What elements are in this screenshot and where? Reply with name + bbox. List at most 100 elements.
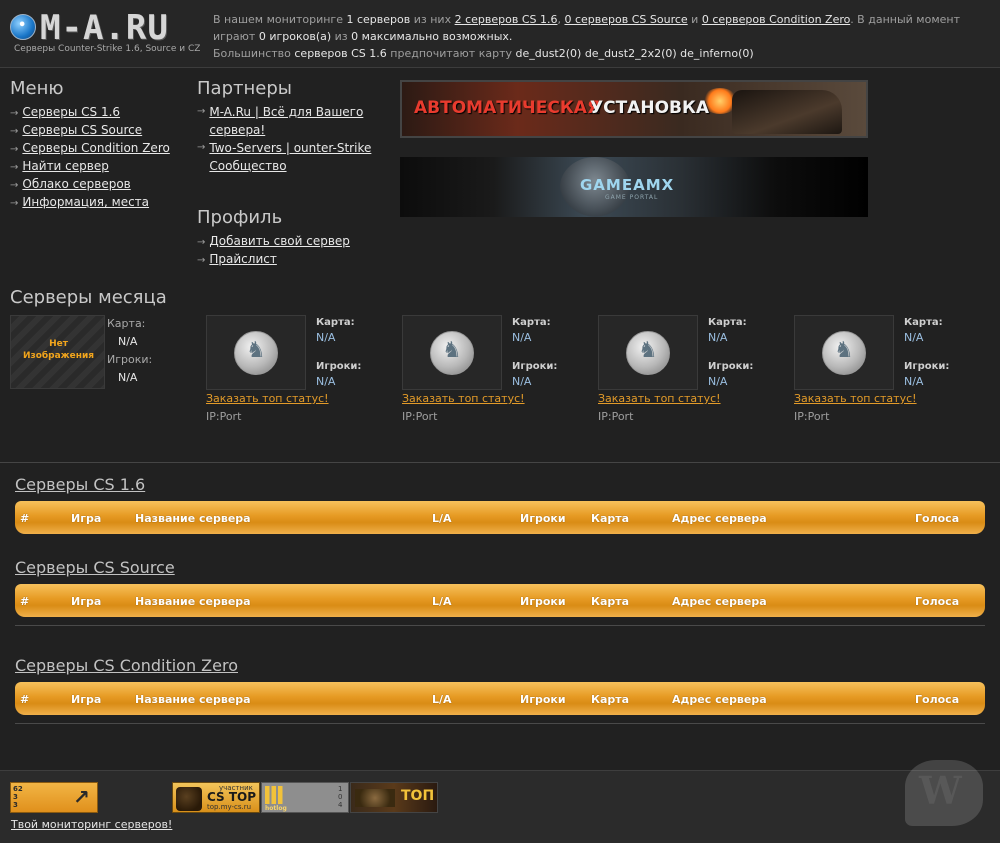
add-server-link[interactable]: Добавить свой сервер xyxy=(209,234,350,248)
col-game[interactable]: Игра xyxy=(71,693,101,706)
map-label: Карта: xyxy=(708,317,747,328)
section-cz: Серверы CS Condition Zero # Игра Названи… xyxy=(15,656,985,724)
map-label: Карта: xyxy=(512,317,551,328)
stats-text: , xyxy=(557,13,561,26)
players-label: Игроки: xyxy=(107,353,153,366)
col-votes[interactable]: Голоса xyxy=(915,595,959,608)
partner-link-ma[interactable]: M-A.Ru | Всё для Вашего сервера! xyxy=(209,103,387,139)
banner1-white-text: УСТАНОВКА xyxy=(590,98,710,118)
map-value: N/A xyxy=(708,331,728,344)
arrow-icon: → xyxy=(10,162,19,173)
stats-link-cs16[interactable]: 2 серверов CS 1.6 xyxy=(455,13,558,26)
players-label: Игроки: xyxy=(904,361,950,372)
cs-top-button[interactable]: участник CS TOP top.my-cs.ru xyxy=(172,782,260,813)
col-game[interactable]: Игра xyxy=(71,595,101,608)
col-votes[interactable]: Голоса xyxy=(915,512,959,525)
watermark-letter: W xyxy=(919,768,962,813)
col-server-name[interactable]: Название сервера xyxy=(135,595,251,608)
players-label: Игроки: xyxy=(316,361,362,372)
stats-link-source[interactable]: 0 серверов CS Source xyxy=(564,13,687,26)
stats-text: из них xyxy=(413,13,452,26)
partners-list: → M-A.Ru | Всё для Вашего сервера! → Two-S… xyxy=(197,103,387,175)
server-ip: IP:Port xyxy=(598,410,634,423)
col-players[interactable]: Игроки xyxy=(520,595,566,608)
col-game[interactable]: Игра xyxy=(71,512,101,525)
col-players[interactable]: Игроки xyxy=(520,512,566,525)
col-la[interactable]: L/A xyxy=(432,693,452,706)
col-votes[interactable]: Голоса xyxy=(915,693,959,706)
logo-text: M-A.RU xyxy=(40,8,169,48)
order-top-status-link[interactable]: Заказать топ статус! xyxy=(402,392,525,405)
top-rating-button[interactable]: ТОП xyxy=(350,782,438,813)
col-number[interactable]: # xyxy=(20,595,29,608)
col-address[interactable]: Адрес сервера xyxy=(672,693,767,706)
table-header: # Игра Название сервера L/A Игроки Карта… xyxy=(15,682,985,715)
arrow-icon: → xyxy=(10,126,19,137)
order-top-status-link[interactable]: Заказать топ статус! xyxy=(794,392,917,405)
section-title-cs16[interactable]: Серверы CS 1.6 xyxy=(15,475,985,499)
header: • M-A.RU Серверы Counter-Strike 1.6, Sou… xyxy=(0,0,1000,68)
arrow-icon: → xyxy=(197,255,206,266)
menu-link-cz[interactable]: Серверы Condition Zero xyxy=(22,141,169,155)
stats-popular-maps: de_dust2(0) de_dust2_2x2(0) de_inferno(0… xyxy=(515,47,754,60)
order-top-status-link[interactable]: Заказать топ статус! xyxy=(206,392,329,405)
players-label: Игроки: xyxy=(708,361,754,372)
bar-chart-icon xyxy=(265,786,287,804)
gameamx-banner[interactable]: GAMEAMX GAME PORTAL xyxy=(400,157,868,217)
stats-link-cz[interactable]: 0 серверов Condition Zero xyxy=(702,13,850,26)
col-address[interactable]: Адрес сервера xyxy=(672,595,767,608)
order-top-status-link[interactable]: Заказать топ статус! xyxy=(598,392,721,405)
section-title-source[interactable]: Серверы CS Source xyxy=(15,558,985,582)
stats-text: и xyxy=(691,13,699,26)
cstop-url: top.my-cs.ru xyxy=(207,803,252,811)
col-server-name[interactable]: Название сервера xyxy=(135,512,251,525)
col-la[interactable]: L/A xyxy=(432,512,452,525)
partners-title: Партнеры xyxy=(197,78,292,99)
server-image[interactable]: ♞ xyxy=(598,315,698,390)
server-image[interactable]: ♞ xyxy=(206,315,306,390)
logo-ball-icon: • xyxy=(10,14,36,40)
divider xyxy=(15,723,985,724)
map-value: N/A xyxy=(118,335,138,348)
col-map[interactable]: Карта xyxy=(591,693,629,706)
col-address[interactable]: Адрес сервера xyxy=(672,512,767,525)
servers-of-month: Серверы месяца Нет Изображения Карта: N/… xyxy=(10,287,990,427)
profile-block: Профиль → Добавить свой сервер → Прайслист xyxy=(197,207,387,268)
menu-link-cloud[interactable]: Облако серверов xyxy=(22,177,130,191)
auto-install-banner[interactable]: АВТОМАТИЧЕСКАЯ УСТАНОВКА xyxy=(400,80,868,138)
col-map[interactable]: Карта xyxy=(591,595,629,608)
partner-item: → Two-Servers | ounter-Strike Сообщество xyxy=(197,139,387,175)
pricelist-link[interactable]: Прайслист xyxy=(209,252,276,266)
first-server-info: Карта: N/A Игроки: N/A xyxy=(107,315,187,387)
col-la[interactable]: L/A xyxy=(432,595,452,608)
monitoring-counter-button[interactable]: 62 3 3 ↗ xyxy=(10,782,98,813)
col-server-name[interactable]: Название сервера xyxy=(135,693,251,706)
menu-link-source[interactable]: Серверы CS Source xyxy=(22,123,142,137)
col-players[interactable]: Игроки xyxy=(520,693,566,706)
arrow-icon: → xyxy=(197,106,206,117)
hotlog-counter-button[interactable]: hotlog 1 0 4 xyxy=(261,782,349,813)
col-number[interactable]: # xyxy=(20,512,29,525)
section-title-cz[interactable]: Серверы CS Condition Zero xyxy=(15,656,985,680)
top-server-card: ♞ Карта: N/A Игроки: N/A Заказать топ ст… xyxy=(794,315,984,425)
no-image-placeholder[interactable]: Нет Изображения xyxy=(10,315,105,389)
site-logo[interactable]: • M-A.RU Серверы Counter-Strike 1.6, Sou… xyxy=(10,8,200,60)
menu-item: → Серверы Condition Zero xyxy=(10,139,190,157)
server-image[interactable]: ♞ xyxy=(794,315,894,390)
monitoring-stats: В нашем мониторинге 1 серверов из них 2 … xyxy=(213,11,993,62)
top-label: ТОП xyxy=(401,788,435,804)
menu-link-cs16[interactable]: Серверы CS 1.6 xyxy=(22,105,120,119)
your-monitoring-link[interactable]: Твой мониторинг серверов! xyxy=(11,818,172,831)
counter-numbers: 62 3 3 xyxy=(13,785,23,809)
counter-strike-icon: ♞ xyxy=(626,331,670,375)
arrow-icon: → xyxy=(10,198,19,209)
menu-link-find[interactable]: Найти сервер xyxy=(22,159,108,173)
map-label: Карта: xyxy=(904,317,943,328)
partner-link-twoservers[interactable]: Two-Servers | ounter-Strike Сообщество xyxy=(209,139,387,175)
server-image[interactable]: ♞ xyxy=(402,315,502,390)
table-header: # Игра Название сервера L/A Игроки Карта… xyxy=(15,501,985,534)
top-server-card: ♞ Карта: N/A Игроки: N/A Заказать топ ст… xyxy=(402,315,592,425)
menu-link-info[interactable]: Информация, места xyxy=(22,195,149,209)
col-number[interactable]: # xyxy=(20,693,29,706)
col-map[interactable]: Карта xyxy=(591,512,629,525)
